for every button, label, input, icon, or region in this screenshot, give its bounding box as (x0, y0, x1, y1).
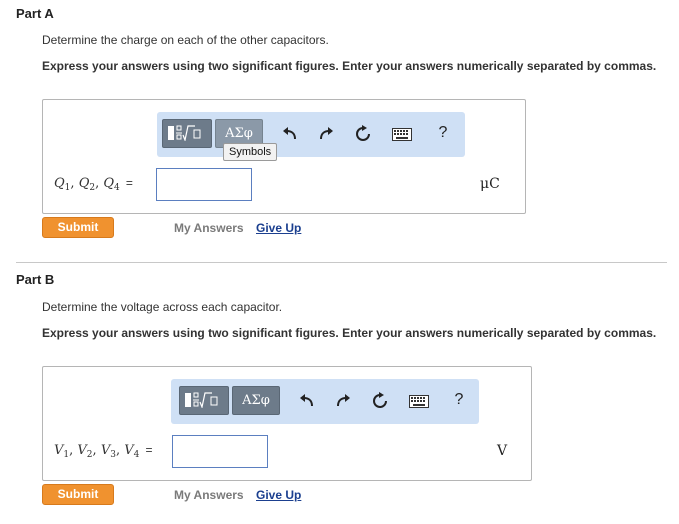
equals-sign: = (145, 443, 153, 457)
part-b-give-up-link[interactable]: Give Up (256, 488, 301, 502)
part-a-math-toolbar: ΑΣφ ? (157, 112, 465, 157)
part-b-answer-input[interactable] (172, 435, 268, 468)
symbols-button[interactable]: ΑΣφ (232, 386, 280, 415)
part-b-answer-box: ΑΣφ ? V1, V2, V3, V4 = V (42, 366, 532, 481)
variable-symbol: V (100, 443, 111, 458)
variable-separator: , (115, 443, 121, 458)
fraction-root-button[interactable] (162, 119, 212, 148)
undo-icon[interactable] (282, 126, 298, 142)
undo-icon[interactable] (299, 393, 315, 409)
reset-icon[interactable] (354, 125, 372, 143)
help-icon[interactable]: ? (451, 391, 467, 409)
part-a-format-note: Express your answers using two significa… (42, 59, 657, 73)
part-b-instruction: Determine the voltage across each capaci… (42, 300, 283, 314)
part-a-variables-label: Q1, Q2, Q4 = (54, 176, 133, 193)
part-a-give-up-link[interactable]: Give Up (256, 221, 301, 235)
part-a-submit-button[interactable]: Submit (42, 217, 114, 238)
part-b-variables-label: V1, V2, V3, V4 = (54, 443, 153, 460)
redo-icon[interactable] (318, 126, 334, 142)
variable-separator: , (69, 443, 74, 458)
variable-separator: , (95, 176, 100, 191)
variable-symbol: Q (103, 176, 115, 191)
variable-symbol: Q (54, 176, 65, 191)
fraction-root-icon (168, 125, 201, 141)
part-a-answer-input[interactable] (156, 168, 252, 201)
variable-separator: , (92, 443, 97, 458)
variable-symbol: V (124, 443, 134, 458)
part-b-format-note: Express your answers using two significa… (42, 326, 657, 340)
reset-icon[interactable] (371, 392, 389, 410)
part-b-math-toolbar: ΑΣφ ? (171, 379, 479, 424)
part-b-my-answers-link[interactable]: My Answers (174, 488, 244, 502)
part-b-unit: V (497, 443, 508, 459)
variable-subscript: 4 (114, 183, 120, 193)
symbols-tooltip: Symbols (223, 143, 278, 161)
part-b-submit-button[interactable]: Submit (42, 484, 114, 505)
part-a-unit: μC (480, 176, 500, 192)
part-b-title: Part B (16, 272, 55, 287)
variable-subscript: 4 (133, 450, 140, 460)
variable-symbol: V (77, 443, 87, 458)
keyboard-icon[interactable] (409, 395, 429, 408)
fraction-root-icon (185, 392, 218, 408)
fraction-root-button[interactable] (179, 386, 229, 415)
keyboard-icon[interactable] (392, 128, 412, 141)
variable-symbol: Q (78, 176, 90, 191)
part-a-answer-box: ΑΣφ ? Symbols Q1, Q2, Q4 = μC (42, 99, 526, 214)
part-a-instruction: Determine the charge on each of the othe… (42, 33, 329, 47)
help-icon[interactable]: ? (435, 124, 451, 142)
redo-icon[interactable] (335, 393, 351, 409)
section-divider (16, 262, 667, 263)
variable-separator: , (70, 176, 75, 191)
variable-symbol: V (54, 443, 64, 458)
equals-sign: = (125, 176, 133, 190)
part-a-my-answers-link[interactable]: My Answers (174, 221, 244, 235)
part-a-title: Part A (16, 6, 54, 21)
